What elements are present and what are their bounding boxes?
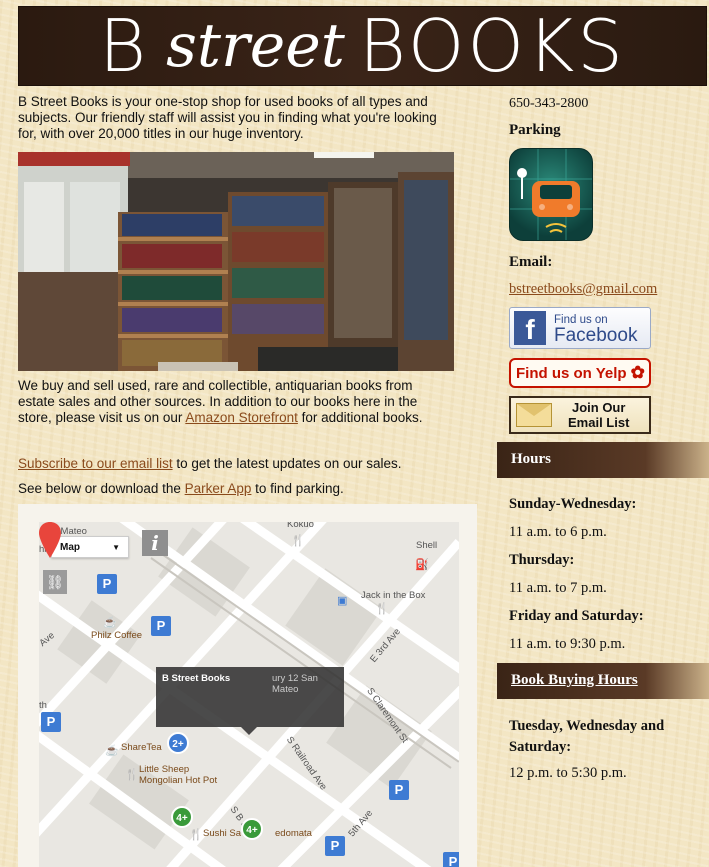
parking-text: See below or download the <box>18 481 185 496</box>
parker-app-link[interactable]: Parker App <box>185 481 252 496</box>
email-list-line1: Join Our <box>571 400 626 415</box>
email-list-button[interactable]: Join Our Email List <box>509 396 651 434</box>
parking-marker[interactable]: P <box>41 712 61 732</box>
parking-marker[interactable]: P <box>325 836 345 856</box>
hours-day: Thursday: <box>509 552 575 568</box>
yelp-label: Find us on Yelp <box>516 364 627 382</box>
map-info-window[interactable]: B Street Books ury 12 San Mateo <box>156 667 344 735</box>
envelope-icon <box>516 403 552 427</box>
logo-books: BOOKS <box>358 4 626 88</box>
location-pin-icon[interactable] <box>39 522 61 558</box>
hours-time: 11 a.m. to 6 p.m. <box>509 524 607 540</box>
marker-cluster[interactable]: 2+ <box>167 732 189 754</box>
map-label-philz: Philz Coffee <box>91 630 143 641</box>
map-label-sushi: Sushi Sa <box>203 828 242 839</box>
map-frame: Map ▼ i ⛓ San Mateo hi Kokuo Shell Jack … <box>18 504 477 867</box>
restaurant-icon: 🍴 <box>125 769 139 781</box>
link-icon[interactable]: ⛓ <box>43 570 67 594</box>
marker-cluster[interactable]: 4+ <box>241 818 263 840</box>
yelp-button[interactable]: Find us on Yelp ✿ <box>509 358 651 388</box>
logo-street: street <box>166 11 345 81</box>
cafe-icon: ☕ <box>105 745 119 757</box>
gas-station-icon: ⛽ <box>415 559 429 571</box>
restaurant-icon: 🍴 <box>375 603 389 615</box>
email-link[interactable]: bstreetbooks@gmail.com <box>509 281 657 298</box>
buying-time: 12 p.m. to 5:30 p.m. <box>509 765 627 781</box>
map-label-th: th <box>39 700 47 711</box>
hours-heading-bar: Hours <box>497 442 709 478</box>
restaurant-icon: 🍴 <box>291 535 305 547</box>
hours-day: Friday and Saturday: <box>509 608 644 624</box>
map-label-jack-in-the-box: Jack in the Box <box>361 590 426 601</box>
parker-app-icon[interactable] <box>509 148 593 241</box>
info-icon[interactable]: i <box>142 530 168 556</box>
hours-time: 11 a.m. to 9:30 p.m. <box>509 636 626 652</box>
map-label-little-sheep: Little Sheep <box>139 764 190 775</box>
facebook-big-label: Facebook <box>554 325 638 346</box>
store-interior-photo <box>18 152 454 371</box>
transit-icon: ▣ <box>337 595 348 607</box>
map-label-edomata: edomata <box>275 828 312 839</box>
yelp-burst-icon: ✿ <box>630 363 645 382</box>
coffee-icon: ☕ <box>103 617 117 629</box>
map-label-sharetea: ShareTea <box>121 742 162 753</box>
parking-marker[interactable]: P <box>389 780 409 800</box>
map-type-label: Map <box>60 541 80 553</box>
parking-heading: Parking <box>509 122 561 138</box>
buying-days: Tuesday, Wednesday and Saturday: <box>509 718 665 755</box>
map-label-shell: Shell <box>416 540 438 551</box>
parking-marker[interactable]: P <box>97 574 117 594</box>
amazon-storefront-link[interactable]: Amazon Storefront <box>185 410 298 425</box>
hours-day: Sunday-Wednesday: <box>509 496 637 512</box>
parking-text-end: to find parking. <box>251 481 344 496</box>
subscribe-text: to get the latest updates on our sales. <box>172 456 402 471</box>
book-buying-hours-link[interactable]: Book Buying Hours <box>497 663 709 699</box>
google-map[interactable]: Map ▼ i ⛓ San Mateo hi Kokuo Shell Jack … <box>39 522 459 867</box>
parking-marker[interactable]: P <box>151 616 171 636</box>
parking-marker[interactable]: P <box>443 852 459 867</box>
facebook-icon: f <box>514 311 546 345</box>
buy-sell-paragraph: We buy and sell used, rare and collectib… <box>18 378 448 426</box>
map-label-mongolian: Mongolian Hot Pot <box>139 775 218 786</box>
intro-text: B Street Books is your one-stop shop for… <box>18 94 437 141</box>
marker-cluster[interactable]: 4+ <box>171 806 193 828</box>
email-list-line2: Email List <box>568 415 630 430</box>
facebook-button[interactable]: f Find us on Facebook <box>509 307 651 349</box>
buy-sell-text-end: for additional books. <box>297 410 423 425</box>
subscribe-email-link[interactable]: Subscribe to our email list <box>18 456 173 471</box>
subscribe-paragraph: Subscribe to our email list to get the l… <box>18 456 478 471</box>
parking-paragraph: See below or download the Parker App to … <box>18 481 478 496</box>
map-info-subtitle: ury 12 San Mateo <box>272 673 318 695</box>
restaurant-icon: 🍴 <box>189 829 203 841</box>
site-logo-banner: B street BOOKS <box>18 4 707 88</box>
map-type-selector[interactable]: Map ▼ <box>51 536 129 558</box>
hours-time: 11 a.m. to 7 p.m. <box>509 580 607 596</box>
logo-b: B <box>98 4 149 88</box>
map-label-kokuo: Kokuo <box>287 522 314 530</box>
email-heading: Email: <box>509 254 553 270</box>
chevron-down-icon: ▼ <box>112 543 120 552</box>
phone-number: 650-343-2800 <box>509 96 589 111</box>
